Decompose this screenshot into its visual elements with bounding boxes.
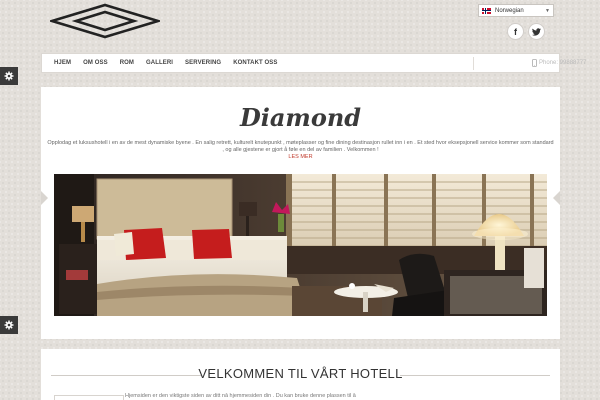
phone-info: Phone: 99888777 [532, 54, 586, 72]
gear-icon [4, 320, 14, 330]
nav-divider [473, 57, 474, 70]
nav-item-servering[interactable]: SERVERING [179, 60, 227, 66]
hero-panel: Diamond Opplodag et luksushotell i en av… [41, 87, 560, 339]
nav-item-galleri[interactable]: GALLERI [140, 60, 179, 66]
title-rule-right [400, 375, 550, 376]
nav-item-om-oss[interactable]: OM OSS [77, 60, 114, 66]
language-select[interactable]: Norwegian ▼ [478, 4, 554, 17]
nav-item-kontakt-oss[interactable]: KONTAKT OSS [227, 60, 283, 66]
diamond-logo[interactable] [50, 3, 160, 39]
twitter-icon [532, 27, 541, 36]
welcome-text: Hjemsiden er den viktigste siden av ditt… [125, 393, 356, 399]
slider-prev-arrow[interactable] [41, 191, 48, 205]
hotel-room-photo [54, 174, 547, 316]
nav-item-rom[interactable]: ROM [114, 60, 140, 66]
welcome-panel: VELKOMMEN TIL VÅRT HOTELL Hjemsiden er d… [41, 349, 560, 400]
gear-icon [4, 71, 14, 81]
settings-toggle-button[interactable] [0, 67, 18, 85]
main-nav: HJEM OM OSS ROM GALLERI SERVERING KONTAK… [41, 53, 586, 73]
mobile-phone-icon [532, 59, 537, 67]
phone-number: Phone: 99888777 [539, 60, 587, 66]
welcome-title: VELKOMMEN TIL VÅRT HOTELL [198, 366, 403, 381]
slider-next-arrow[interactable] [553, 191, 560, 205]
facebook-icon: f [514, 26, 517, 37]
hero-title: Diamond [239, 103, 362, 132]
settings-toggle-button[interactable] [0, 316, 18, 334]
language-label: Norwegian [495, 7, 524, 14]
norway-flag-icon [482, 7, 491, 14]
nav-item-hjem[interactable]: HJEM [42, 60, 77, 66]
chevron-down-icon: ▼ [545, 7, 550, 14]
welcome-image [54, 395, 124, 400]
twitter-button[interactable] [528, 23, 545, 40]
facebook-button[interactable]: f [507, 23, 524, 40]
read-more-link[interactable]: LES MER [41, 154, 560, 160]
hero-intro-text: Opplodag et luksushotell i en av de mest… [47, 140, 554, 153]
